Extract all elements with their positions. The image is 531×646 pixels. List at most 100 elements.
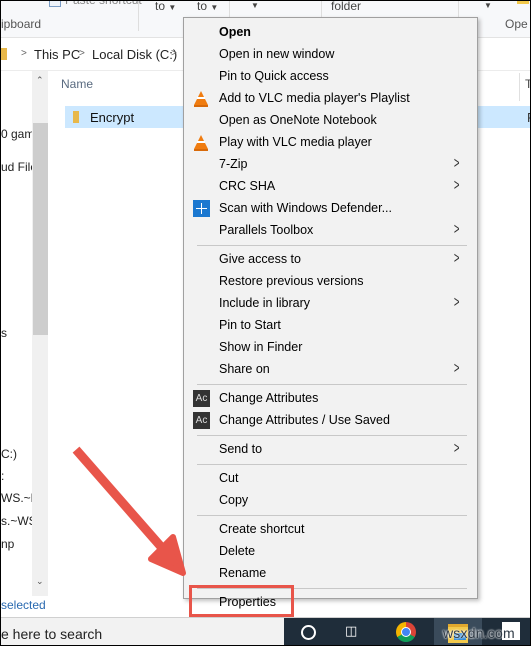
paste-shortcut-button[interactable]: Paste shortcut bbox=[65, 1, 142, 7]
submenu-chevron-icon: > bbox=[453, 250, 460, 267]
menu-item-send-to[interactable]: Send to > bbox=[184, 439, 477, 461]
menu-item-cut[interactable]: Cut bbox=[184, 468, 477, 490]
submenu-chevron-icon: > bbox=[453, 221, 460, 238]
menu-item-label: Change Attributes / Use Saved bbox=[219, 413, 390, 427]
move-to-button[interactable]: to ▼ bbox=[155, 0, 176, 13]
menu-separator bbox=[197, 245, 467, 246]
taskbar-search-box[interactable]: e here to search bbox=[1, 618, 284, 645]
paste-shortcut-icon[interactable] bbox=[49, 1, 61, 7]
menu-item-play-with-vlc-media-player[interactable]: Play with VLC media player bbox=[184, 132, 477, 154]
vlc-icon-stripe bbox=[197, 97, 205, 99]
delete-dropdown-arrow-icon[interactable]: ▼ bbox=[251, 1, 259, 10]
menu-separator bbox=[197, 384, 467, 385]
nav-item[interactable]: np bbox=[1, 537, 14, 551]
copy-to-label: to bbox=[197, 0, 208, 13]
submenu-chevron-icon: > bbox=[453, 294, 460, 311]
breadcrumb-this-pc[interactable]: This PC bbox=[34, 47, 80, 62]
arrow-icon bbox=[72, 446, 186, 576]
properties-highlight-box bbox=[189, 585, 294, 617]
taskbar-search-placeholder: e here to search bbox=[1, 626, 103, 642]
nav-scrollbar[interactable]: ⌃ ⌄ bbox=[32, 71, 48, 596]
chevron-right-icon[interactable]: > bbox=[21, 48, 27, 59]
menu-item-restore-previous-versions[interactable]: Restore previous versions bbox=[184, 271, 477, 293]
scrollbar-thumb[interactable] bbox=[33, 123, 48, 335]
move-to-label: to bbox=[155, 0, 166, 13]
menu-item-label: Play with VLC media player bbox=[219, 135, 372, 149]
cortana-icon[interactable] bbox=[301, 625, 316, 640]
folder-icon bbox=[1, 48, 7, 60]
menu-item-share-on[interactable]: Share on > bbox=[184, 359, 477, 381]
scroll-up-icon[interactable]: ⌃ bbox=[36, 75, 44, 86]
menu-item-label: Open in new window bbox=[219, 47, 335, 61]
menu-separator bbox=[197, 464, 467, 465]
open-icon[interactable] bbox=[517, 1, 529, 4]
menu-item-add-to-vlc-media-player-s-playlist[interactable]: Add to VLC media player's Playlist bbox=[184, 88, 477, 110]
menu-item-show-in-finder[interactable]: Show in Finder bbox=[184, 337, 477, 359]
menu-item-open-in-new-window[interactable]: Open in new window bbox=[184, 44, 477, 66]
new-folder-button[interactable]: folder bbox=[331, 1, 361, 13]
file-name: Encrypt bbox=[90, 110, 135, 125]
menu-item-label: Send to bbox=[219, 442, 263, 456]
nav-item[interactable]: s.~WS bbox=[1, 514, 34, 528]
column-separator[interactable] bbox=[519, 73, 520, 101]
nav-item[interactable]: s bbox=[1, 326, 7, 340]
menu-item-label: Change Attributes bbox=[219, 391, 319, 405]
file-type: F bbox=[527, 110, 530, 125]
menu-item-open-as-onenote-notebook[interactable]: Open as OneNote Notebook bbox=[184, 110, 477, 132]
chevron-right-icon[interactable]: > bbox=[171, 48, 177, 59]
clipboard-group-label: ipboard bbox=[1, 17, 42, 31]
task-view-icon[interactable]: ◫ bbox=[345, 624, 359, 638]
menu-separator bbox=[197, 515, 467, 516]
menu-item-give-access-to[interactable]: Give access to > bbox=[184, 249, 477, 271]
ribbon-separator bbox=[138, 1, 139, 31]
menu-item-label: Share on bbox=[219, 362, 270, 376]
scroll-down-icon[interactable]: ⌄ bbox=[36, 576, 44, 587]
screenshot-frame: Paste shortcut ipboard to ▼ to ▼ ▼ folde… bbox=[0, 0, 531, 646]
column-header-name[interactable]: Name bbox=[61, 77, 93, 91]
menu-item-create-shortcut[interactable]: Create shortcut bbox=[184, 519, 477, 541]
nav-item[interactable]: : bbox=[1, 469, 4, 483]
menu-item-crc-sha[interactable]: CRC SHA > bbox=[184, 176, 477, 198]
menu-item-label: Parallels Toolbox bbox=[219, 223, 314, 237]
nav-item[interactable]: WS.~B bbox=[1, 491, 34, 505]
menu-item-label: Show in Finder bbox=[219, 340, 303, 354]
breadcrumb-local-disk[interactable]: Local Disk (C:) bbox=[92, 47, 177, 62]
copy-to-button[interactable]: to ▼ bbox=[197, 0, 219, 13]
menu-item-delete[interactable]: Delete bbox=[184, 541, 477, 563]
submenu-chevron-icon: > bbox=[453, 440, 460, 457]
menu-item-7-zip[interactable]: 7-Zip > bbox=[184, 154, 477, 176]
submenu-chevron-icon: > bbox=[453, 155, 460, 172]
menu-item-label: Copy bbox=[219, 493, 249, 507]
menu-item-pin-to-quick-access[interactable]: Pin to Quick access bbox=[184, 66, 477, 88]
menu-item-label: Scan with Windows Defender... bbox=[219, 201, 392, 215]
menu-item-include-in-library[interactable]: Include in library > bbox=[184, 293, 477, 315]
menu-item-change-attributes[interactable]: Ac Change Attributes bbox=[184, 388, 477, 410]
menu-item-open[interactable]: Open bbox=[184, 22, 477, 44]
properties-dropdown-arrow-icon[interactable]: ▼ bbox=[484, 1, 492, 10]
menu-item-scan-with-windows-defender[interactable]: Scan with Windows Defender... bbox=[184, 198, 477, 220]
menu-item-parallels-toolbox[interactable]: Parallels Toolbox > bbox=[184, 220, 477, 242]
menu-item-label: Cut bbox=[219, 471, 239, 485]
menu-item-label: Give access to bbox=[219, 252, 301, 266]
change-attributes-icon: Ac bbox=[193, 412, 210, 429]
nav-item[interactable]: ud File bbox=[1, 160, 34, 174]
navigation-pane: 0 gam ud File s C:) : WS.~B s.~WS np bbox=[1, 71, 34, 596]
nav-item[interactable]: C:) bbox=[1, 447, 17, 461]
menu-item-label: Restore previous versions bbox=[219, 274, 364, 288]
context-menu: Open Open in new window Pin to Quick acces… bbox=[183, 17, 478, 609]
chevron-right-icon[interactable]: > bbox=[79, 48, 85, 59]
dropdown-arrow-icon: ▼ bbox=[210, 3, 219, 12]
menu-item-change-attributes-use-saved[interactable]: Ac Change Attributes / Use Saved bbox=[184, 410, 477, 432]
column-header-type[interactable]: T bbox=[525, 77, 530, 91]
menu-item-label: Rename bbox=[219, 566, 267, 580]
chrome-icon[interactable] bbox=[396, 622, 416, 642]
menu-item-rename[interactable]: Rename bbox=[184, 563, 477, 585]
change-attributes-icon: Ac bbox=[193, 390, 210, 407]
menu-item-label: Create shortcut bbox=[219, 522, 305, 536]
menu-item-pin-to-start[interactable]: Pin to Start bbox=[184, 315, 477, 337]
menu-item-label: Delete bbox=[219, 544, 256, 558]
menu-item-copy[interactable]: Copy bbox=[184, 490, 477, 512]
vlc-icon-stripe bbox=[197, 141, 205, 143]
menu-item-label: 7-Zip bbox=[219, 157, 248, 171]
nav-item[interactable]: 0 gam bbox=[1, 127, 34, 141]
